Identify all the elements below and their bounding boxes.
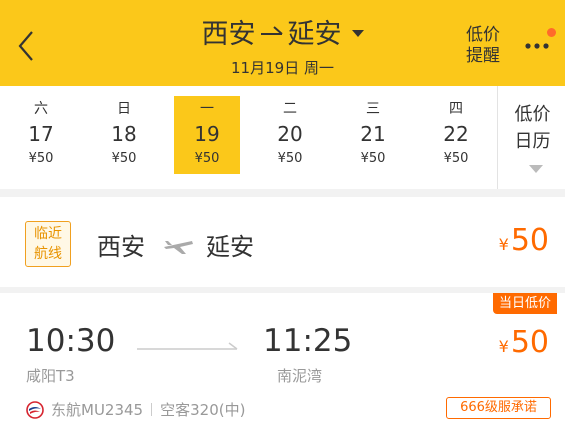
top-nav-bar: 西安 延安 11月19日 周一 低价 提醒 (0, 0, 565, 86)
route-price: ¥50 (498, 223, 549, 258)
title-from: 西安 (201, 19, 256, 50)
flight-card[interactable]: 当日低价 10:30 咸阳T3 11:25 南泥湾 ¥50 东航MU2345 空客… (0, 293, 565, 430)
low-price-calendar-button[interactable]: 低价 日历 (500, 101, 565, 155)
date-weekday: 四 (449, 101, 463, 117)
aircraft-type: 空客320(中) (160, 401, 246, 419)
nearby-route-tag: 临近 航线 (25, 221, 71, 267)
dropdown-triangle-icon (351, 30, 364, 37)
date-weekday: 二 (283, 101, 297, 117)
date-number: 19 (194, 122, 220, 146)
date-selector: 六 17 ¥50 日 18 ¥50 一 19 ¥50 二 20 ¥50 三 21 ¥50 四 22 ¥50 低价 … (0, 86, 565, 189)
date-item-17[interactable]: 六 17 ¥50 (8, 96, 74, 174)
date-number: 18 (111, 122, 137, 146)
date-item-21[interactable]: 三 21 ¥50 (340, 96, 406, 174)
date-item-19[interactable]: 一 19 ¥50 (174, 96, 240, 174)
chevron-down-icon (529, 165, 543, 173)
date-number: 20 (277, 122, 303, 146)
date-price: ¥50 (28, 151, 54, 166)
airline-flight-number: 东航MU2345 (51, 401, 144, 419)
service-promise-badge: 666级服承诺 (446, 397, 551, 419)
departure-airport: 咸阳T3 (26, 367, 75, 385)
date-price: ¥50 (277, 151, 303, 166)
date-number: 22 (443, 122, 469, 146)
route-arrow-icon (260, 25, 283, 35)
date-item-18[interactable]: 日 18 ¥50 (91, 96, 157, 174)
departure-time: 10:30 (26, 323, 116, 359)
date-item-20[interactable]: 二 20 ¥50 (257, 96, 323, 174)
date-price: ¥50 (194, 151, 220, 166)
date-number: 21 (360, 122, 386, 146)
notification-dot (547, 28, 556, 37)
date-weekday: 日 (117, 101, 131, 117)
date-price: ¥50 (360, 151, 386, 166)
china-eastern-logo-icon (26, 401, 44, 419)
nearby-route-card[interactable]: 临近 航线 西安 延安 ¥50 (0, 197, 565, 287)
date-weekday: 三 (366, 101, 380, 117)
date-price: ¥50 (111, 151, 137, 166)
date-weekday: 一 (200, 101, 214, 117)
route-to-city: 延安 (206, 233, 254, 261)
plane-icon (164, 241, 193, 254)
flight-meta: 东航MU2345 空客320(中) (51, 399, 245, 420)
more-dots-icon[interactable] (523, 38, 553, 54)
date-item-22[interactable]: 四 22 ¥50 (423, 96, 489, 174)
arrival-time: 11:25 (263, 323, 353, 359)
low-price-alert-button[interactable]: 低价 提醒 (458, 25, 508, 67)
arrival-airport: 南泥湾 (277, 367, 323, 385)
lowest-price-badge: 当日低价 (492, 293, 557, 314)
divider (497, 86, 498, 189)
flight-arrow-icon (137, 342, 238, 350)
date-number: 17 (28, 122, 54, 146)
route-from-city: 西安 (97, 233, 145, 261)
date-weekday: 六 (34, 101, 48, 117)
flight-price: ¥50 (498, 325, 549, 360)
title-to: 延安 (287, 19, 342, 50)
date-price: ¥50 (443, 151, 469, 166)
